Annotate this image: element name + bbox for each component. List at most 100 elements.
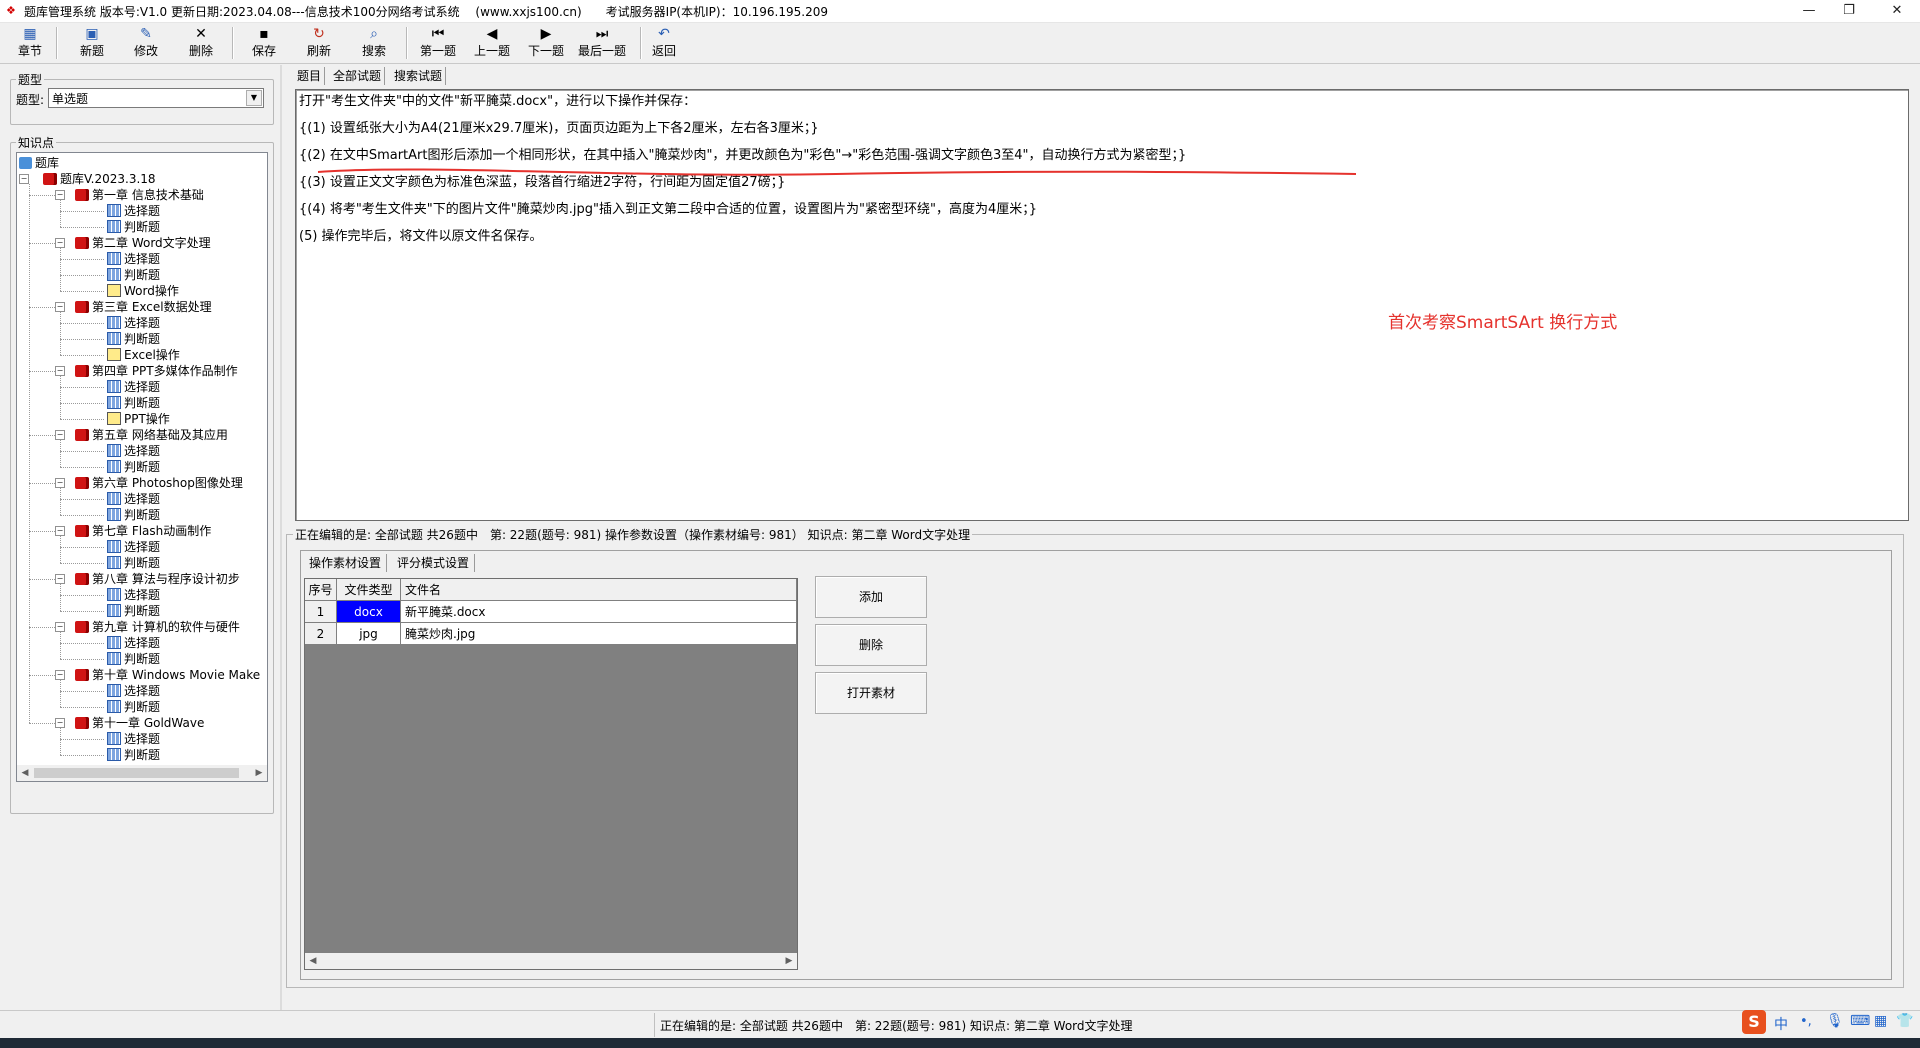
tree-horizontal-scrollbar[interactable]: ◀ ▶: [17, 765, 267, 781]
chevron-down-icon[interactable]: ▼: [246, 90, 262, 106]
tree-leaf[interactable]: 判断题: [107, 651, 160, 667]
tree-chapter[interactable]: 第十章 Windows Movie Make: [75, 667, 260, 683]
tree-leaf[interactable]: 判断题: [107, 219, 160, 235]
tree-leaf[interactable]: 选择题: [107, 635, 160, 651]
material-table[interactable]: 序号 文件类型 文件名 1 docx 新平腌菜.docx 2 jpg 腌菜炒肉.…: [304, 578, 798, 970]
last-question-button[interactable]: ⏭ 最后一题: [574, 25, 630, 61]
tree-chapter[interactable]: 第八章 算法与程序设计初步: [75, 571, 240, 587]
tree-leaf[interactable]: 选择题: [107, 379, 160, 395]
question-type-select[interactable]: 单选题 ▼: [48, 88, 264, 108]
tree-bank[interactable]: 题库V.2023.3.18: [43, 171, 156, 187]
tab-question[interactable]: 题目: [294, 67, 326, 85]
file-type-cell[interactable]: docx: [337, 601, 401, 623]
chapter-button[interactable]: ▦ 章节: [12, 25, 48, 61]
tree-leaf[interactable]: 判断题: [107, 331, 160, 347]
column-header[interactable]: 文件类型: [337, 579, 401, 601]
tab-material-settings[interactable]: 操作素材设置: [304, 554, 388, 572]
punctuation-icon[interactable]: •,: [1800, 1014, 1812, 1029]
collapse-icon[interactable]: −: [55, 622, 65, 632]
tree-leaf[interactable]: Excel操作: [107, 347, 180, 363]
collapse-icon[interactable]: −: [55, 190, 65, 200]
open-material-button[interactable]: 打开素材: [815, 672, 927, 714]
tree-leaf[interactable]: 选择题: [107, 315, 160, 331]
sogou-logo-icon[interactable]: S: [1742, 1010, 1766, 1034]
tree-leaf[interactable]: 判断题: [107, 603, 160, 619]
ime-language[interactable]: 中: [1774, 1014, 1788, 1034]
restore-button[interactable]: ❐: [1826, 0, 1872, 22]
scroll-right-icon[interactable]: ▶: [781, 953, 797, 969]
file-name-cell[interactable]: 新平腌菜.docx: [401, 601, 797, 623]
table-horizontal-scrollbar[interactable]: ◀ ▶: [305, 953, 797, 969]
tree-leaf[interactable]: 判断题: [107, 747, 160, 763]
collapse-icon[interactable]: −: [55, 238, 65, 248]
tab-search-questions[interactable]: 搜索试题: [391, 67, 447, 85]
back-button[interactable]: ↶ 返回: [646, 25, 682, 61]
column-header[interactable]: 文件名: [401, 579, 797, 601]
scroll-left-icon[interactable]: ◀: [17, 765, 33, 781]
tree-leaf[interactable]: Word操作: [107, 283, 179, 299]
tree-leaf[interactable]: 判断题: [107, 699, 160, 715]
tree-leaf[interactable]: 判断题: [107, 555, 160, 571]
tree-chapter[interactable]: 第四章 PPT多媒体作品制作: [75, 363, 238, 379]
tree-leaf[interactable]: 选择题: [107, 443, 160, 459]
tree-leaf[interactable]: 判断题: [107, 267, 160, 283]
tree-chapter[interactable]: 第一章 信息技术基础: [75, 187, 204, 203]
row-number[interactable]: 1: [305, 601, 337, 623]
tree-chapter[interactable]: 第七章 Flash动画制作: [75, 523, 211, 539]
collapse-icon[interactable]: −: [55, 718, 65, 728]
tree-chapter[interactable]: 第九章 计算机的软件与硬件: [75, 619, 240, 635]
first-question-button[interactable]: ⏮ 第一题: [416, 25, 460, 61]
tree-leaf[interactable]: 选择题: [107, 539, 160, 555]
microphone-icon[interactable]: 🎙: [1826, 1013, 1844, 1029]
search-button[interactable]: ⌕ 搜索: [356, 25, 392, 61]
ime-toolbar[interactable]: S 中 •, 🎙 ⌨ ▦ 👕: [1742, 1008, 1920, 1038]
prev-question-button[interactable]: ◀ 上一题: [470, 25, 514, 61]
new-question-button[interactable]: ▣ 新题: [74, 25, 110, 61]
row-number[interactable]: 2: [305, 623, 337, 645]
tree-leaf[interactable]: 选择题: [107, 587, 160, 603]
collapse-icon[interactable]: −: [55, 670, 65, 680]
collapse-icon[interactable]: −: [19, 174, 29, 184]
toolbox-icon[interactable]: ▦: [1874, 1013, 1887, 1029]
delete-material-button[interactable]: 删除: [815, 624, 927, 666]
tree-leaf[interactable]: 选择题: [107, 683, 160, 699]
tree-leaf[interactable]: PPT操作: [107, 411, 170, 427]
tree-chapter[interactable]: 第五章 网络基础及其应用: [75, 427, 228, 443]
file-type-cell[interactable]: jpg: [337, 623, 401, 645]
edit-button[interactable]: ✎ 修改: [128, 25, 164, 61]
collapse-icon[interactable]: −: [55, 574, 65, 584]
scroll-right-icon[interactable]: ▶: [251, 765, 267, 781]
pane-splitter[interactable]: [280, 65, 282, 1015]
close-button[interactable]: ✕: [1874, 0, 1920, 22]
collapse-icon[interactable]: −: [55, 430, 65, 440]
knowledge-tree[interactable]: 题库 − 题库V.2023.3.18− 第一章 信息技术基础 选择题 判断题 − 第二章 Wo…: [16, 152, 268, 782]
tree-leaf[interactable]: 选择题: [107, 251, 160, 267]
tab-scoring-settings[interactable]: 评分模式设置: [392, 554, 476, 572]
add-material-button[interactable]: 添加: [815, 576, 927, 618]
tab-all-questions[interactable]: 全部试题: [330, 67, 386, 85]
tree-chapter[interactable]: 第二章 Word文字处理: [75, 235, 211, 251]
scroll-left-icon[interactable]: ◀: [305, 953, 321, 969]
keyboard-icon[interactable]: ⌨: [1850, 1013, 1870, 1029]
skin-icon[interactable]: 👕: [1896, 1013, 1913, 1029]
collapse-icon[interactable]: −: [55, 478, 65, 488]
tree-leaf[interactable]: 选择题: [107, 491, 160, 507]
question-text-area[interactable]: 打开"考生文件夹"中的文件"新平腌菜.docx"，进行以下操作并保存： {(1)…: [295, 89, 1909, 521]
tree-chapter[interactable]: 第三章 Excel数据处理: [75, 299, 212, 315]
file-name-cell[interactable]: 腌菜炒肉.jpg: [401, 623, 797, 645]
tree-chapter[interactable]: 第六章 Photoshop图像处理: [75, 475, 243, 491]
refresh-button[interactable]: ↻ 刷新: [301, 25, 337, 61]
column-header[interactable]: 序号: [305, 579, 337, 601]
tree-chapter[interactable]: 第十一章 GoldWave: [75, 715, 204, 731]
tree-root[interactable]: 题库: [19, 155, 59, 171]
scroll-thumb[interactable]: [34, 768, 239, 778]
collapse-icon[interactable]: −: [55, 526, 65, 536]
save-button[interactable]: ▪ 保存: [246, 25, 282, 61]
delete-button[interactable]: ✕ 删除: [183, 25, 219, 61]
tree-leaf[interactable]: 判断题: [107, 459, 160, 475]
tree-leaf[interactable]: 判断题: [107, 395, 160, 411]
tree-leaf[interactable]: 判断题: [107, 507, 160, 523]
collapse-icon[interactable]: −: [55, 302, 65, 312]
next-question-button[interactable]: ▶ 下一题: [524, 25, 568, 61]
tree-leaf[interactable]: 选择题: [107, 203, 160, 219]
